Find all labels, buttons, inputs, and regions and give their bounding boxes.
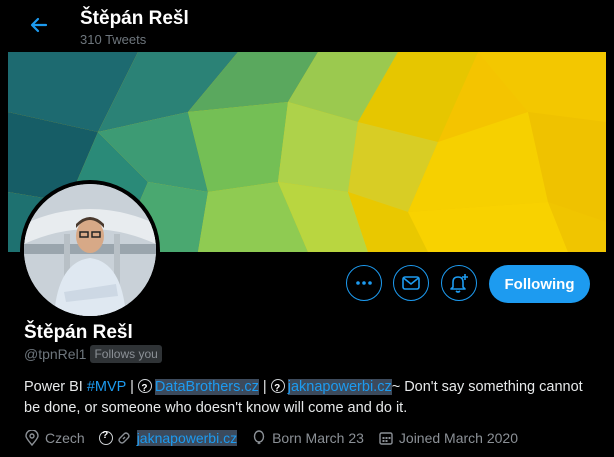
tweet-count: 310 Tweets (80, 32, 147, 47)
balloon-icon (253, 430, 265, 445)
bio-separator: | (126, 379, 138, 395)
message-button[interactable] (393, 265, 429, 301)
birthday-text: Born March 23 (272, 430, 364, 446)
question-icon (270, 378, 285, 399)
more-icon (356, 281, 372, 285)
bio-prefix: Power BI (24, 379, 87, 395)
joined-text: Joined March 2020 (398, 430, 518, 446)
profile-bio: Power BI #MVP | DataBrothers.cz | jaknap… (24, 377, 594, 419)
notifications-button[interactable] (441, 265, 477, 301)
location-icon (25, 430, 39, 446)
more-button[interactable] (346, 265, 382, 301)
follows-you-badge: Follows you (90, 345, 162, 363)
bio-link-databrothers[interactable]: DataBrothers.cz (154, 379, 259, 395)
back-arrow-icon (30, 17, 48, 33)
following-button[interactable]: Following (489, 265, 590, 303)
profile-handle: @tpnRel1 (24, 346, 87, 362)
avatar[interactable] (24, 184, 156, 316)
header-name: Štěpán Rešl (80, 8, 189, 29)
mail-icon (402, 276, 420, 290)
profile-header: Štěpán Rešl 310 Tweets (0, 0, 614, 52)
bell-plus-icon (450, 274, 468, 293)
profile-meta: Czech jaknapowerbi.cz Born March 23 Join… (24, 427, 532, 449)
profile-name: Štěpán Rešl (24, 322, 133, 343)
website-item[interactable]: jaknapowerbi.cz (98, 430, 238, 446)
joined-item: Joined March 2020 (378, 430, 518, 446)
question-icon (98, 430, 113, 445)
birthday-item: Born March 23 (251, 430, 364, 446)
bio-separator: | (258, 379, 271, 395)
location-text: Czech (45, 430, 85, 446)
handle-row: @tpnRel1 Follows you (24, 345, 162, 363)
calendar-icon (379, 432, 393, 445)
website-link[interactable]: jaknapowerbi.cz (136, 430, 238, 446)
location-item: Czech (24, 430, 85, 446)
question-icon (137, 378, 152, 399)
hashtag-link[interactable]: #MVP (87, 379, 126, 395)
link-icon (117, 432, 130, 444)
back-button[interactable] (26, 12, 52, 38)
bio-link-jaknapowerbi[interactable]: jaknapowerbi.cz (287, 379, 392, 395)
